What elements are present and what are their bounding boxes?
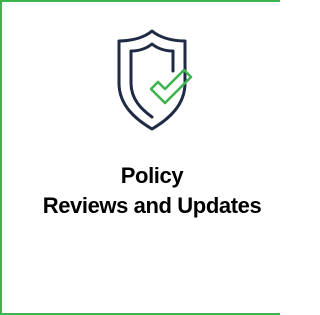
policy-reviews-card[interactable]: Policy Reviews and Updates [0, 0, 280, 315]
card-title: Policy Reviews and Updates [4, 161, 300, 221]
shield-check-icon [107, 29, 197, 132]
card-title-line-1: Policy [120, 163, 184, 188]
card-title-line-2: Reviews and Updates [42, 193, 262, 218]
